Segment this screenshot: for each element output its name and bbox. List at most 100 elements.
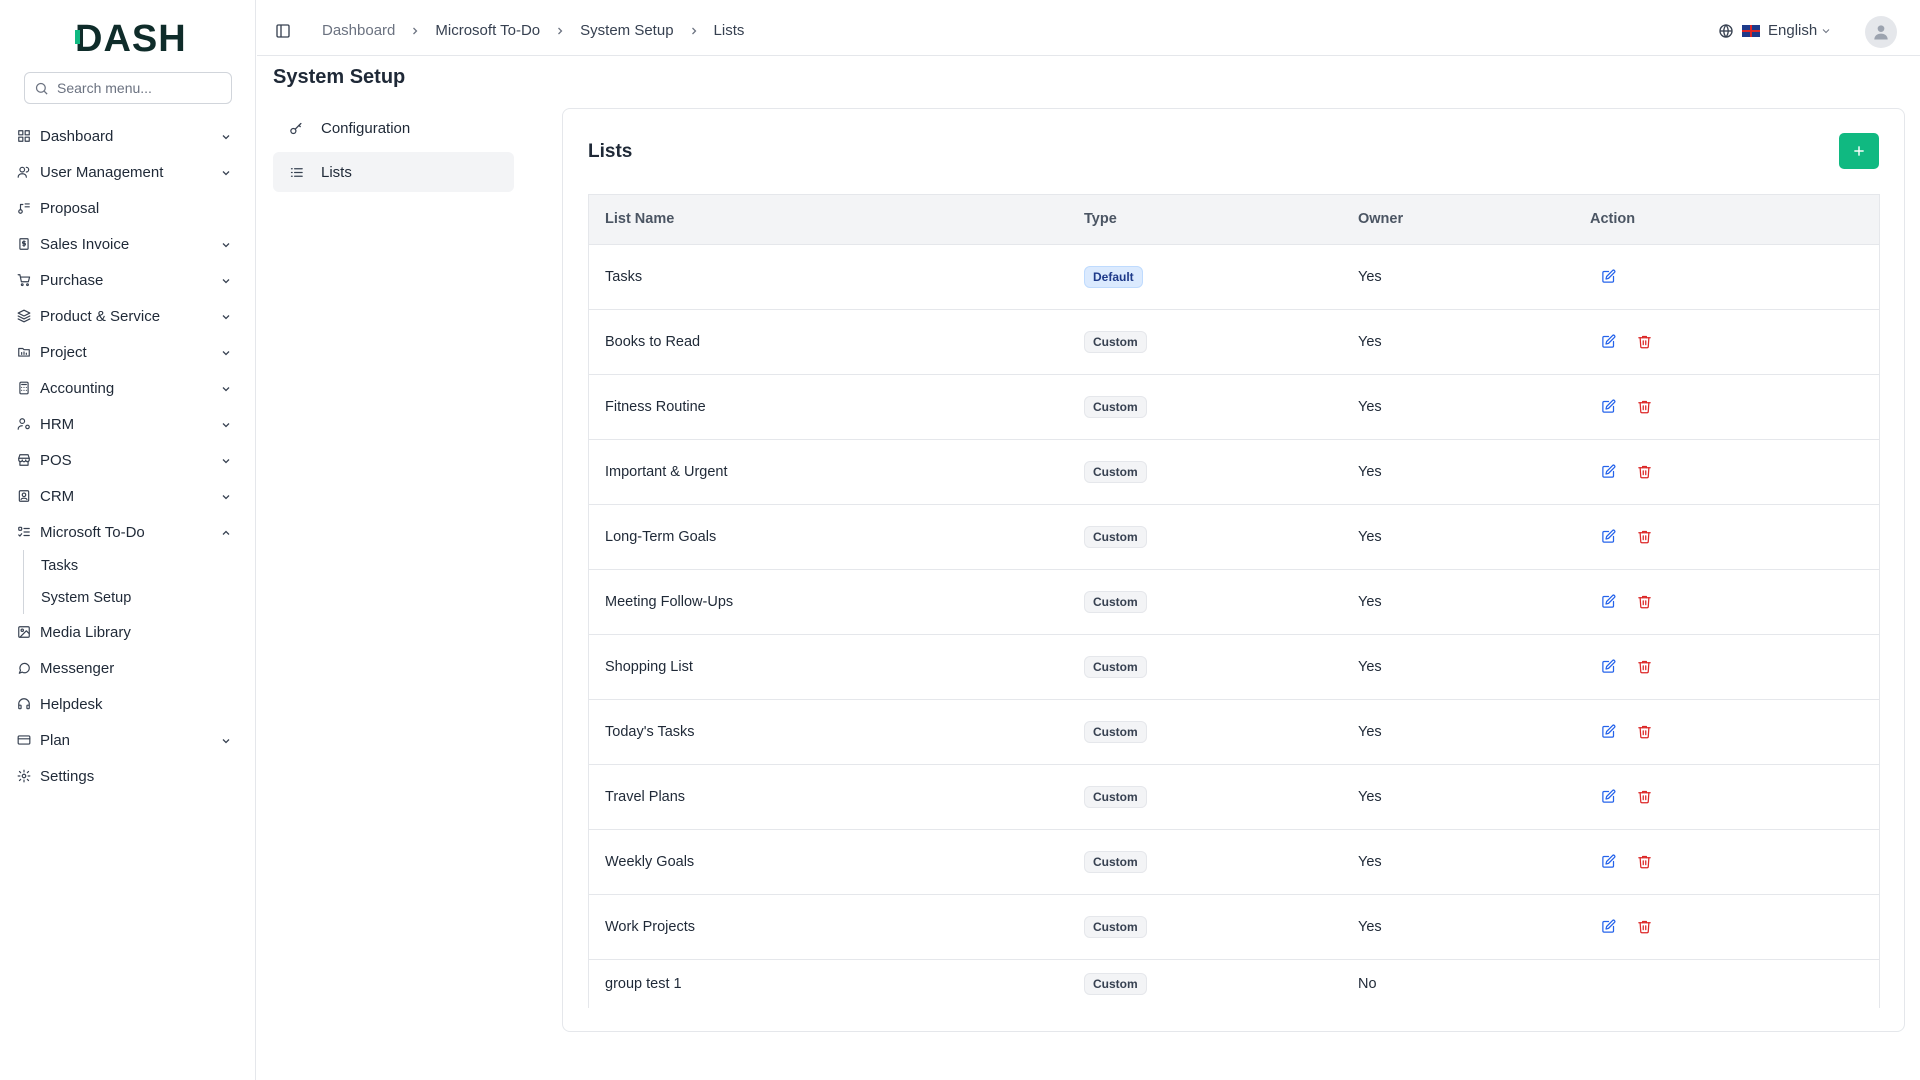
delete-button[interactable] <box>1634 462 1654 482</box>
sidebar-item-proposal[interactable]: Proposal <box>0 190 256 226</box>
users-icon <box>17 166 30 178</box>
delete-button[interactable] <box>1634 527 1654 547</box>
cell-list-name: Books to Read <box>605 333 701 350</box>
sidebar-item-product-service[interactable]: Product & Service <box>0 298 256 334</box>
breadcrumb-item-system-setup[interactable]: System Setup <box>580 22 673 39</box>
chevron-down-icon <box>222 387 230 392</box>
edit-icon <box>1601 854 1615 868</box>
layers-icon <box>17 309 31 323</box>
sidebar-item-dashboard[interactable]: Dashboard <box>0 118 256 154</box>
edit-icon <box>1601 919 1615 933</box>
trash-icon <box>1637 725 1651 739</box>
globe-icon <box>1719 23 1733 38</box>
sidebar-item-accounting[interactable]: Accounting <box>0 370 256 406</box>
setup-nav-lists[interactable]: Lists <box>273 152 514 192</box>
cell-actions <box>1574 504 1879 569</box>
sidebar-item-project[interactable]: Project <box>0 334 256 370</box>
setup-nav-configuration[interactable]: Configuration <box>273 108 514 148</box>
type-badge: Default <box>1084 265 1143 288</box>
delete-button[interactable] <box>1634 787 1654 807</box>
headset-icon <box>18 698 30 710</box>
cell-type: Custom <box>1068 829 1342 894</box>
delete-button[interactable] <box>1634 852 1654 872</box>
edit-button[interactable] <box>1598 917 1618 937</box>
search-input[interactable] <box>57 80 217 96</box>
edit-icon <box>1601 594 1615 608</box>
delete-button[interactable] <box>1634 397 1654 417</box>
delete-button[interactable] <box>1634 722 1654 742</box>
edit-icon <box>1601 334 1615 348</box>
edit-icon <box>1601 724 1615 738</box>
sidebar-item-plan[interactable]: Plan <box>0 722 256 758</box>
cell-owner: Yes <box>1358 463 1382 480</box>
breadcrumb-item-dashboard[interactable]: Dashboard <box>322 22 395 39</box>
type-badge: Custom <box>1084 655 1147 678</box>
language-selector[interactable]: English <box>1718 22 1832 39</box>
table-row: Important & Urgent Custom Yes <box>589 439 1879 504</box>
sidebar-item-media-library[interactable]: Media Library <box>0 614 256 650</box>
trash-icon <box>1637 920 1651 934</box>
chevron-down-icon <box>222 171 230 176</box>
card-icon <box>17 735 31 745</box>
header-list-name[interactable]: List Name <box>589 195 1068 244</box>
sidebar-item-label: Purchase <box>40 271 104 289</box>
avatar[interactable] <box>1865 16 1897 48</box>
sidebar-item-messenger[interactable]: Messenger <box>0 650 256 686</box>
edit-button[interactable] <box>1598 787 1618 807</box>
delete-button[interactable] <box>1634 592 1654 612</box>
search-box[interactable] <box>24 72 232 104</box>
edit-button[interactable] <box>1598 852 1618 872</box>
delete-button[interactable] <box>1634 657 1654 677</box>
edit-icon <box>1601 789 1615 803</box>
cart-icon <box>17 274 31 287</box>
add-list-button[interactable] <box>1839 133 1879 169</box>
sidebar-toggle-icon[interactable] <box>275 23 291 39</box>
edit-icon <box>1601 464 1615 478</box>
sidebar-item-purchase[interactable]: Purchase <box>0 262 256 298</box>
trash-icon <box>1637 400 1651 414</box>
cell-owner: Yes <box>1358 268 1382 285</box>
delete-button[interactable] <box>1634 332 1654 352</box>
sidebar-item-user-management[interactable]: User Management <box>0 154 256 190</box>
user-cog-icon <box>17 418 30 430</box>
table-row: Today's Tasks Custom Yes <box>589 699 1879 764</box>
edit-button[interactable] <box>1598 592 1618 612</box>
edit-button[interactable] <box>1598 462 1618 482</box>
cell-actions <box>1574 894 1879 959</box>
delete-button[interactable] <box>1634 917 1654 937</box>
edit-button[interactable] <box>1598 267 1618 287</box>
sidebar-item-settings[interactable]: Settings <box>0 758 256 794</box>
trash-icon <box>1637 530 1651 544</box>
header-type[interactable]: Type <box>1068 195 1342 244</box>
type-badge: Custom <box>1084 785 1147 808</box>
card-title: Lists <box>588 141 633 162</box>
cell-type: Custom <box>1068 959 1342 1008</box>
header-owner[interactable]: Owner <box>1342 195 1574 244</box>
cell-owner: Yes <box>1358 853 1382 870</box>
edit-button[interactable] <box>1598 722 1618 742</box>
sidebar-item-label: Settings <box>40 767 95 785</box>
edit-button[interactable] <box>1598 657 1618 677</box>
cell-list-name: Tasks <box>605 268 643 285</box>
edit-icon <box>1601 269 1615 283</box>
edit-button[interactable] <box>1598 397 1618 417</box>
sidebar-item-crm[interactable]: CRM <box>0 478 256 514</box>
cell-owner: Yes <box>1358 528 1382 545</box>
sidebar-item-microsoft-to-do[interactable]: Microsoft To-Do <box>0 514 256 550</box>
sidebar-item-helpdesk[interactable]: Helpdesk <box>0 686 256 722</box>
brand-logo[interactable]: DASH <box>75 18 187 60</box>
sidebar-subitem-system-setup[interactable]: System Setup <box>24 582 256 614</box>
plus-icon <box>1854 146 1864 156</box>
edit-button[interactable] <box>1598 527 1618 547</box>
sidebar-subitem-tasks[interactable]: Tasks <box>24 550 256 582</box>
cell-type: Custom <box>1068 764 1342 829</box>
sidebar-item-sales-invoice[interactable]: Sales Invoice <box>0 226 256 262</box>
cell-owner: Yes <box>1358 593 1382 610</box>
table-row: Shopping List Custom Yes <box>589 634 1879 699</box>
sidebar-item-pos[interactable]: POS <box>0 442 256 478</box>
cell-actions <box>1574 309 1879 374</box>
type-badge: Custom <box>1084 460 1147 483</box>
breadcrumb-item-microsoft-to-do[interactable]: Microsoft To-Do <box>435 22 540 39</box>
edit-button[interactable] <box>1598 332 1618 352</box>
sidebar-item-hrm[interactable]: HRM <box>0 406 256 442</box>
